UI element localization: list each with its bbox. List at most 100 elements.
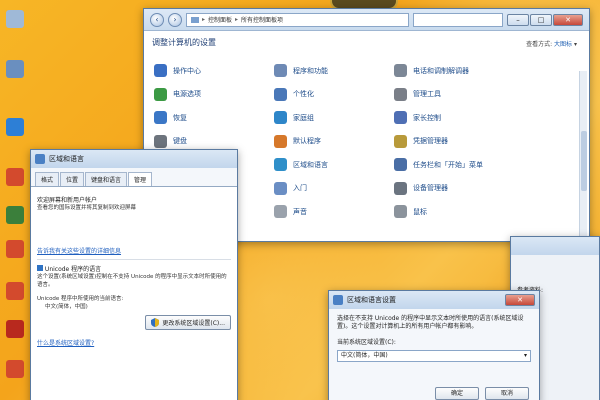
tab-administrative[interactable]: 管理 — [128, 172, 153, 186]
desktop-icon[interactable] — [2, 60, 28, 78]
tab-keyboards[interactable]: 键盘和语言 — [85, 172, 128, 186]
maximize-button[interactable]: □ — [530, 13, 552, 26]
forward-button[interactable]: › — [168, 12, 182, 27]
welcome-section-text: 查看您的国际设置并将其复制到欢迎屏幕 — [37, 205, 137, 211]
recycle-bin-icon — [6, 10, 24, 28]
locale-select[interactable]: 中文(简体，中国) ▾ — [337, 350, 531, 362]
desktop-icon[interactable] — [2, 320, 28, 338]
control-panel-item[interactable]: 鼠标 — [394, 200, 514, 224]
locale-select-label: 当前系统区域设置(C): — [337, 339, 396, 346]
power-icon — [154, 87, 167, 101]
desktop-icon[interactable] — [2, 118, 28, 136]
control-panel-item-label: 程序和功能 — [293, 66, 328, 75]
device-manager-icon — [394, 181, 407, 195]
chevron-down-icon: ▾ — [523, 352, 527, 359]
desktop-icon[interactable] — [2, 360, 28, 378]
folder-icon — [191, 16, 199, 23]
control-panel-item-label: 操作中心 — [173, 66, 201, 75]
title-bar[interactable] — [511, 237, 599, 255]
region-language-window: 区域和语言 格式 位置 键盘和语言 管理 欢迎屏幕和新用户帐户 查看您的国际设置… — [30, 149, 238, 400]
control-panel-item-label: 家长控制 — [413, 113, 441, 122]
window-title: 区域和语言 — [49, 155, 84, 163]
control-panel-item[interactable]: 电话和调制解调器 — [394, 59, 514, 83]
control-panel-item-label: 入门 — [293, 184, 307, 193]
control-panel-item[interactable]: 电源选项 — [154, 83, 274, 107]
page-title: 调整计算机的设置 — [152, 38, 216, 47]
change-system-locale-button[interactable]: 更改系统区域设置(C)... — [145, 315, 231, 330]
scrollbar-thumb[interactable] — [581, 131, 587, 191]
what-is-locale-link[interactable]: 什么是系统区域设置? — [37, 340, 94, 347]
back-button[interactable]: ‹ — [150, 12, 164, 27]
tab-formats[interactable]: 格式 — [35, 172, 60, 186]
control-panel-item-label: 默认程序 — [293, 137, 321, 146]
control-panel-item[interactable]: 程序和功能 — [274, 59, 394, 83]
control-panel-item[interactable]: 声音 — [274, 200, 394, 224]
cancel-button[interactable]: 取消 — [485, 387, 529, 400]
address-bar[interactable]: ▸ 控制面板 ▸ 所有控制面板项 — [186, 12, 409, 27]
control-panel-item[interactable]: 区域和语言 — [274, 153, 394, 177]
control-panel-item[interactable]: 默认程序 — [274, 130, 394, 154]
control-panel-item-label: 鼠标 — [413, 207, 427, 216]
computer-icon — [6, 60, 24, 78]
breadcrumb-item[interactable]: 所有控制面板项 — [241, 15, 283, 24]
default-programs-icon — [274, 134, 287, 148]
control-panel-item[interactable]: 管理工具 — [394, 83, 514, 107]
chevron-down-icon: ▾ — [573, 41, 577, 48]
current-language-value: 中文(简体，中国) — [45, 304, 88, 310]
flag-icon — [154, 64, 167, 78]
desktop-icon[interactable] — [2, 168, 28, 186]
taskbar-icon — [394, 158, 407, 172]
control-panel-item-label: 区域和语言 — [293, 160, 328, 169]
desktop-icon[interactable] — [2, 10, 28, 28]
navigation-bar: ‹ › ▸ 控制面板 ▸ 所有控制面板项 – □ ✕ — [144, 9, 589, 31]
control-panel-item-label: 电源选项 — [173, 90, 201, 99]
control-panel-item[interactable]: 恢复 — [154, 106, 274, 130]
ok-button[interactable]: 确定 — [435, 387, 479, 400]
control-panel-item-label: 家庭组 — [293, 113, 314, 122]
shield-icon — [151, 318, 160, 327]
locale-select-value: 中文(简体，中国) — [341, 352, 388, 359]
control-panel-item-label: 电话和调制解调器 — [413, 66, 469, 75]
control-panel-item[interactable]: 家长控制 — [394, 106, 514, 130]
tab-location[interactable]: 位置 — [60, 172, 85, 186]
control-panel-item[interactable]: 任务栏和「开始」菜单 — [394, 153, 514, 177]
admin-tools-icon — [394, 87, 407, 101]
personalize-icon — [274, 87, 287, 101]
close-button[interactable]: ✕ — [505, 294, 535, 306]
unicode-section-text: 这个设置(系统区域设置)控制在不支持 Unicode 的程序中显示文本时所使用的… — [37, 274, 227, 288]
unicode-section-title: Unicode 程序的语言 — [37, 264, 231, 273]
breadcrumb-item[interactable]: 控制面板 — [208, 15, 232, 24]
desktop-icon[interactable] — [2, 240, 28, 258]
breadcrumb-separator: ▸ — [202, 16, 206, 23]
search-input[interactable] — [413, 12, 503, 27]
control-panel-item-label: 个性化 — [293, 90, 314, 99]
close-button[interactable]: ✕ — [553, 13, 583, 26]
tab-bar: 格式 位置 键盘和语言 管理 — [31, 168, 237, 187]
phone-icon — [394, 64, 407, 78]
app-icon — [6, 320, 24, 338]
control-panel-item[interactable]: 家庭组 — [274, 106, 394, 130]
settings-info-link[interactable]: 告诉我有关这些设置的详细信息 — [37, 248, 121, 255]
dialog-buttons: 确定 取消 — [435, 387, 529, 400]
desktop-icons — [0, 0, 30, 400]
title-bar[interactable]: 区域和语言设置 ✕ — [329, 291, 539, 309]
view-by[interactable]: 查看方式: 大图标 ▾ — [526, 39, 577, 48]
control-panel-item[interactable]: 操作中心 — [154, 59, 274, 83]
title-bar[interactable]: 区域和语言 — [31, 150, 237, 168]
view-by-value[interactable]: 大图标 — [554, 41, 572, 48]
control-panel-item-label: 凭据管理器 — [413, 137, 448, 146]
scrollbar[interactable] — [579, 71, 587, 261]
app-icon — [6, 360, 24, 378]
control-panel-item[interactable]: 凭据管理器 — [394, 130, 514, 154]
dialog-title: 区域和语言设置 — [347, 296, 396, 304]
control-panel-item[interactable]: 入门 — [274, 177, 394, 201]
desktop-icon[interactable] — [2, 282, 28, 300]
control-panel-item[interactable]: 设备管理器 — [394, 177, 514, 201]
programs-icon — [274, 64, 287, 78]
minimize-button[interactable]: – — [507, 13, 529, 26]
dialog-content: 选择在不支持 Unicode 的程序中显示文本时所使用的语言(系统区域设置)。这… — [329, 309, 539, 400]
control-panel-item[interactable]: 个性化 — [274, 83, 394, 107]
locale-settings-dialog: 区域和语言设置 ✕ 选择在不支持 Unicode 的程序中显示文本时所使用的语言… — [328, 290, 540, 400]
current-language-label: Unicode 程序中所使用的当前语言: — [37, 296, 124, 302]
desktop-icon[interactable] — [2, 206, 28, 224]
